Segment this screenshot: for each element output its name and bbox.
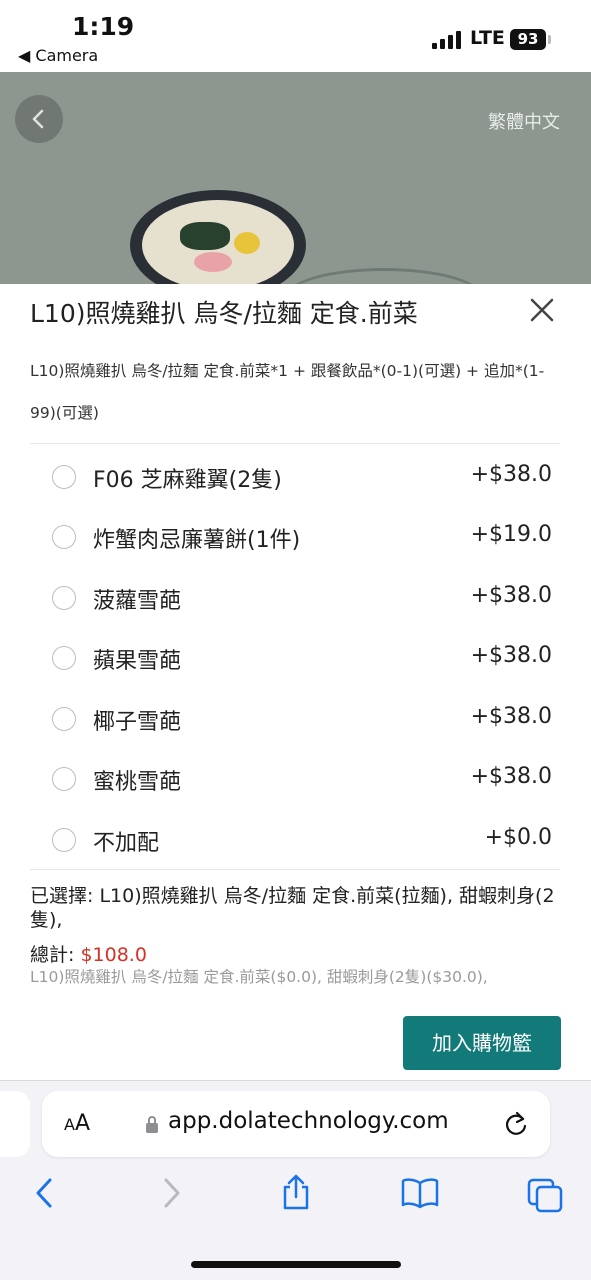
second-bowl-graphic [284,268,484,284]
home-indicator [191,1261,401,1268]
clock: 1:19 [72,12,135,41]
reader-settings-button[interactable]: AA [64,1111,90,1136]
previous-tab-preview[interactable] [0,1091,30,1157]
corn-graphic [234,232,260,254]
radio-button[interactable] [52,707,76,731]
radio-button[interactable] [52,767,76,791]
battery-tip [548,35,551,44]
status-bar: 1:19 ◀ Camera LTE 93 [0,0,591,72]
radio-button[interactable] [52,828,76,852]
sheet-title: L10)照燒雞扒 烏冬/拉麵 定食.前菜 [30,299,418,328]
option-name: 菠蘿雪葩 [93,589,182,614]
aa-large: A [74,1111,91,1136]
radio-button[interactable] [52,646,76,670]
back-arrow-icon[interactable] [30,1177,58,1209]
option-name: 蜜桃雪葩 [93,770,182,795]
radio-button[interactable] [52,525,76,549]
price-breakdown: L10)照燒雞扒 烏冬/拉麵 定食.前菜($0.0), 甜蝦刺身(2隻)($30… [30,968,488,986]
url-text[interactable]: app.dolatechnology.com [168,1108,449,1134]
set-description: L10)照燒雞扒 烏冬/拉麵 定食.前菜*1 + 跟餐飲品*(0-1)(可選) … [30,362,545,422]
option-price: +$38.0 [470,704,552,729]
language-toggle[interactable]: 繁體中文 [488,108,560,134]
battery-icon: 93 [510,29,546,50]
option-price: +$19.0 [470,522,552,547]
dish-photo: 繁體中文 [0,72,591,284]
seaweed-graphic [180,222,230,250]
signal-icon [432,31,462,49]
option-name: 不加配 [93,831,160,856]
reload-icon[interactable] [502,1110,530,1138]
lock-icon [146,1116,158,1133]
option-row[interactable]: 蘋果雪葩 +$38.0 [30,628,560,688]
share-icon[interactable] [280,1173,312,1211]
option-price: +$38.0 [470,643,552,668]
option-price: +$38.0 [470,583,552,608]
forward-arrow-icon[interactable] [158,1177,186,1209]
option-row[interactable]: 不加配 +$0.0 [30,810,560,870]
option-price: +$0.0 [484,825,552,850]
option-row[interactable]: 椰子雪葩 +$38.0 [30,689,560,749]
option-price: +$38.0 [470,462,552,487]
total-line: 總計: $108.0 [30,940,147,967]
selected-summary: 已選擇: L10)照燒雞扒 烏冬/拉麵 定食.前菜(拉麵), 甜蝦刺身(2隻), [30,884,555,932]
address-bar[interactable]: AA app.dolatechnology.com [42,1091,550,1157]
option-row[interactable]: 蜜桃雪葩 +$38.0 [30,749,560,809]
aa-small: A [64,1115,75,1134]
total-amount: $108.0 [80,944,147,966]
tabs-icon[interactable] [526,1177,564,1213]
option-row[interactable]: 菠蘿雪葩 +$38.0 [30,568,560,628]
option-name: 蘋果雪葩 [93,649,182,674]
divider [30,443,560,444]
back-button[interactable] [15,95,63,143]
selected-label: 已選擇: [30,885,94,907]
radio-button[interactable] [52,586,76,610]
option-price: +$38.0 [470,764,552,789]
total-label: 總計: [30,944,75,966]
bookmarks-icon[interactable] [400,1177,440,1209]
network-type: LTE [470,27,505,49]
selected-value: L10)照燒雞扒 烏冬/拉麵 定食.前菜(拉麵), 甜蝦刺身(2隻), [30,885,555,931]
close-icon [530,298,554,322]
back-to-camera-link[interactable]: ◀ Camera [18,46,98,65]
option-name: 炸蟹肉忌廉薯餅(1件) [93,528,301,553]
option-row[interactable]: 炸蟹肉忌廉薯餅(1件) +$19.0 [30,507,560,567]
divider [30,869,560,870]
chevron-left-icon [32,109,44,129]
radio-button[interactable] [52,465,76,489]
browser-toolbar: AA app.dolatechnology.com [0,1080,591,1280]
fishcake-graphic [194,252,232,272]
add-to-cart-button[interactable]: 加入購物籃 [403,1016,561,1070]
option-name: 椰子雪葩 [93,710,182,735]
option-row[interactable]: F06 芝麻雞翼(2隻) +$38.0 [30,447,560,507]
close-button[interactable] [528,296,556,324]
option-name: F06 芝麻雞翼(2隻) [93,468,282,493]
option-sheet: L10)照燒雞扒 烏冬/拉麵 定食.前菜 L10)照燒雞扒 烏冬/拉麵 定食.前… [0,284,591,1080]
